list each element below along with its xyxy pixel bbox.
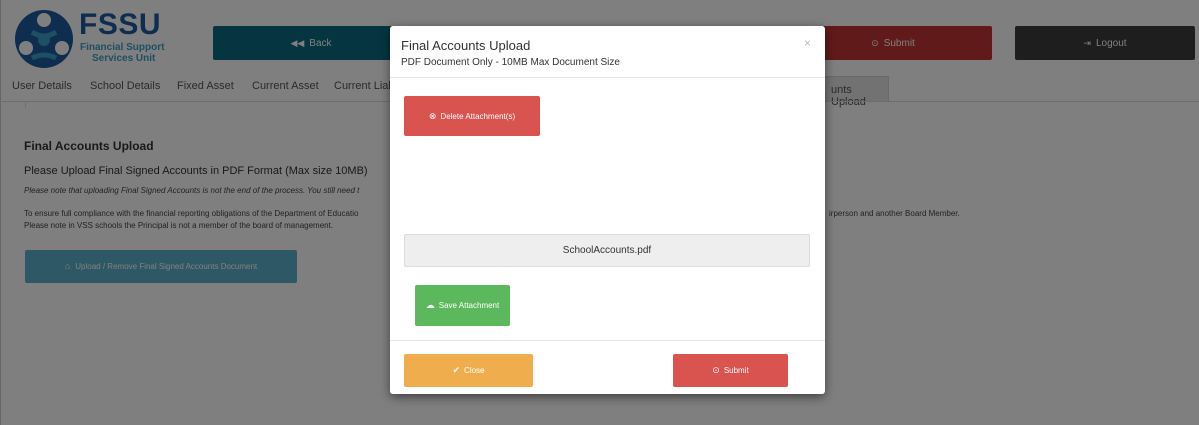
save-attachment-label: Save Attachment	[438, 301, 500, 310]
modal-footer-divider	[390, 340, 825, 341]
cloud-upload-icon: ☁	[425, 300, 435, 310]
circle-arrow-up-icon: ⊙	[712, 365, 720, 375]
modal-header: Final Accounts Upload PDF Document Only …	[390, 26, 825, 78]
close-button-label: Close	[464, 366, 485, 375]
modal-submit-label: Submit	[723, 366, 749, 375]
check-icon: ✔	[452, 365, 461, 375]
close-button[interactable]: ✔ Close	[404, 354, 533, 387]
modal-subtitle: PDF Document Only - 10MB Max Document Si…	[401, 57, 620, 68]
attached-file-name: SchoolAccounts.pdf	[404, 234, 810, 267]
delete-attachment-button[interactable]: ⊗ Delete Attachment(s)	[404, 96, 540, 136]
modal-submit-button[interactable]: ⊙ Submit	[673, 354, 788, 387]
close-icon[interactable]: ×	[804, 36, 811, 50]
final-accounts-upload-modal: Final Accounts Upload PDF Document Only …	[390, 26, 825, 394]
page: FSSU Financial Support Services Unit ◀◀ …	[0, 0, 1199, 425]
modal-title: Final Accounts Upload	[401, 38, 531, 53]
save-attachment-button[interactable]: ☁ Save Attachment	[415, 285, 510, 326]
delete-attachment-label: Delete Attachment(s)	[440, 111, 516, 121]
remove-circle-icon: ⊗	[428, 110, 437, 121]
